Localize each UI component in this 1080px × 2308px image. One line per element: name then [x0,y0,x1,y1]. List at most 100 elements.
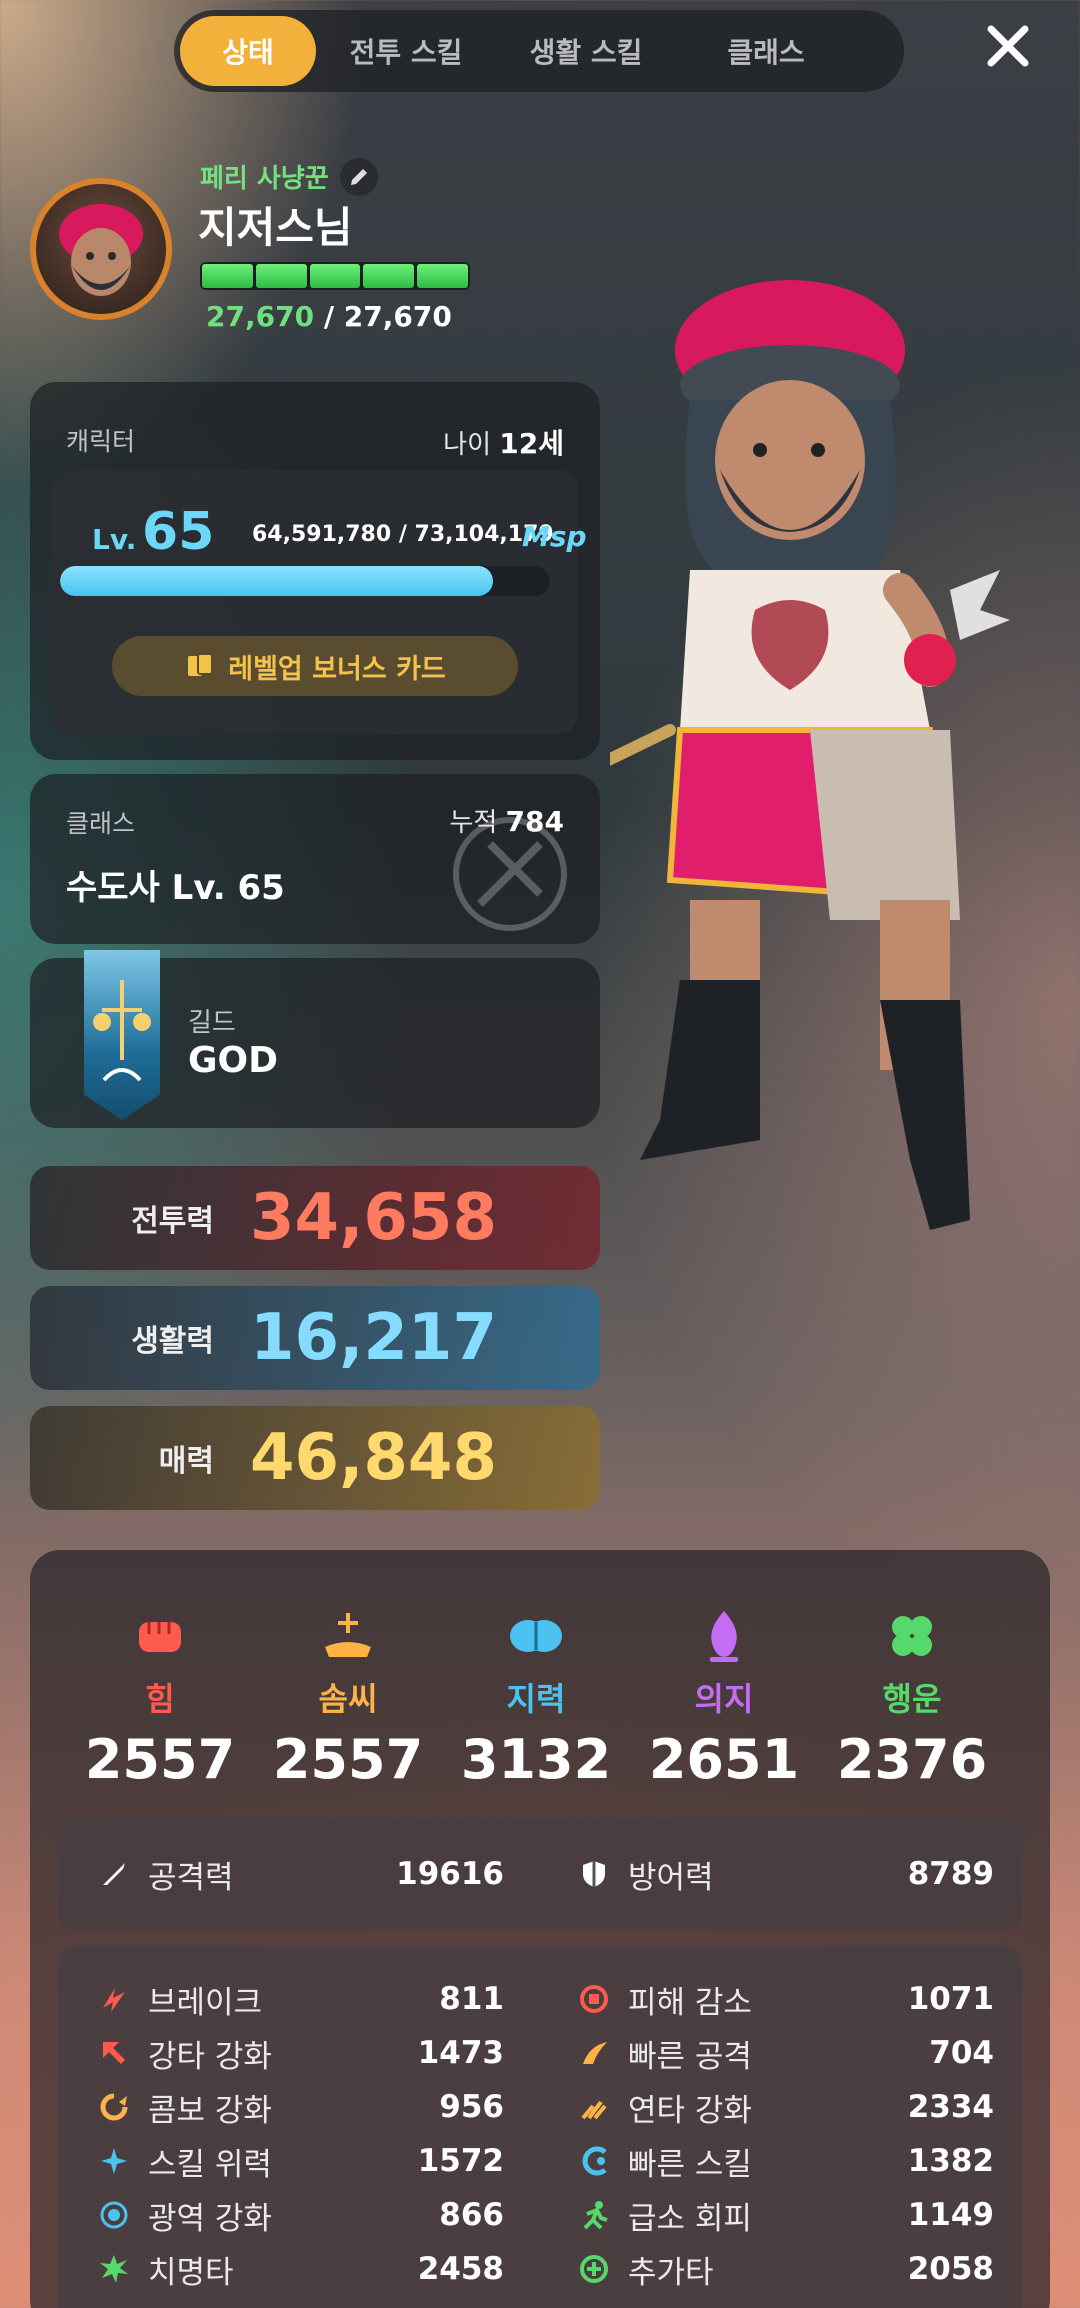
top-tab-bar: 상태 전투 스킬 생활 스킬 클래스 [174,10,904,92]
attribute-value: 2557 [272,1728,424,1791]
stat-smash: 강타 강화 1473 [94,2028,504,2078]
combat-power-label: 전투력 [131,1204,214,1239]
combat-power: 전투력 34,658 [30,1166,600,1270]
stat-skill-power: 스킬 위력 1572 [94,2136,504,2186]
break-icon [103,1988,125,2012]
character-name: 지저스님 [198,203,353,252]
stat-name: 스킬 위력 [148,2146,272,2183]
combat-power-value: 34,658 [250,1181,497,1255]
tab-life-skill[interactable]: 생활 스킬 [496,16,676,86]
stat-break: 브레이크 811 [94,1974,504,2024]
hp-max: / 27,670 [323,300,452,333]
stat-value: 811 [439,1981,504,2017]
stat-name: 추가타 [628,2254,714,2291]
fast-skill-icon [582,2146,607,2176]
stat-name: 브레이크 [148,1984,263,2021]
hp-bar [200,262,470,290]
attribute-value: 2376 [836,1728,988,1791]
attribute-will: 의지 2651 [634,1608,814,1791]
charm-power-value: 46,848 [250,1421,497,1495]
evasion-icon [583,2201,608,2230]
life-power: 생활력 16,217 [30,1286,600,1390]
charm-power: 매력 46,848 [30,1406,600,1510]
stat-value: 1473 [417,2035,504,2071]
stat-name: 급소 회피 [628,2200,752,2237]
stat-value: 956 [439,2089,504,2125]
life-power-label: 생활력 [131,1324,214,1359]
stat-damage-reduction: 피해 감소 1071 [574,1974,994,2024]
levelup-bonus-card-button[interactable]: 레벨업 보너스 카드 [112,636,518,696]
level-value: 65 [142,502,215,562]
sub-stats-box: 브레이크 811 강타 강화 1473 콤보 강화 956 스킬 위력 1572… [58,1946,1022,2308]
stat-name: 빠른 스킬 [628,2146,752,2183]
level-prefix: Lv. [92,523,137,556]
hand-sparkle-icon [325,1613,371,1657]
stat-fast-attack: 빠른 공격 704 [574,2028,994,2078]
class-label: 클래스 [66,809,136,838]
shield-icon [583,1861,605,1887]
age-label: 나이 [443,430,491,460]
avatar[interactable] [30,178,172,320]
tab-class[interactable]: 클래스 [676,16,856,86]
character-model[interactable] [610,260,1040,1240]
class-name: 수도사 Lv. 65 [66,868,285,908]
attribute-name: 지력 [506,1680,566,1718]
fist-icon [139,1622,181,1652]
main-stats-box: 공격력 19616 방어력 8789 [58,1818,1022,1930]
multi-hit-icon [581,2100,607,2120]
extra-hit-icon [580,2255,608,2283]
hp-current: 27,670 [206,300,315,333]
stat-evasion: 급소 회피 1149 [574,2190,994,2240]
tab-status[interactable]: 상태 [180,16,316,86]
stat-defense: 방어력 8789 [574,1849,994,1899]
avatar-portrait [59,204,143,296]
stat-value: 2058 [907,2251,994,2287]
fast-attack-icon [583,2042,607,2064]
stat-value: 1382 [907,2143,994,2179]
stat-name: 광역 강화 [148,2200,272,2237]
stat-extra-hit: 추가타 2058 [574,2244,994,2294]
flame-icon [710,1611,738,1662]
close-icon [987,25,1029,67]
stat-area: 광역 강화 866 [94,2190,504,2240]
msp-label: Msp [522,520,587,553]
stat-name: 강타 강화 [148,2038,272,2075]
damage-reduction-icon [580,1985,608,2013]
attribute-value: 2651 [648,1728,800,1791]
card-icon [188,653,214,676]
exp-bar [60,566,550,596]
area-icon [100,2201,128,2229]
attribute-name: 솜씨 [318,1680,378,1718]
stat-fast-skill: 빠른 스킬 1382 [574,2136,994,2186]
edit-name-button[interactable] [340,158,378,196]
attribute-value: 2557 [84,1728,236,1791]
character-title: 페리 사냥꾼 [200,164,329,194]
tab-combat-skill[interactable]: 전투 스킬 [316,16,496,86]
age-value: 12세 [499,427,564,460]
stat-critical: 치명타 2458 [94,2244,504,2294]
attribute-luck: 행운 2376 [822,1608,1002,1791]
class-panel[interactable]: 클래스 누적 784 수도사 Lv. 65 [30,774,600,944]
stat-value: 1149 [907,2197,994,2233]
attribute-name: 행운 [882,1680,942,1718]
level-display: Lv. 65 [92,502,214,562]
stat-combo: 콤보 강화 956 [94,2082,504,2132]
guild-panel[interactable]: 길드 GOD [30,950,600,1128]
stat-value: 866 [439,2197,504,2233]
stat-name: 피해 감소 [628,1984,752,2021]
stat-value: 2458 [417,2251,504,2287]
close-button[interactable] [980,18,1036,74]
charm-power-label: 매력 [158,1444,214,1479]
sword-icon [103,1863,125,1885]
stat-value: 2334 [907,2089,994,2125]
stat-value: 1572 [417,2143,504,2179]
stat-attack: 공격력 19616 [94,1849,504,1899]
stat-name: 공격력 [148,1859,234,1896]
attribute-value: 3132 [460,1728,612,1791]
brain-icon [510,1620,562,1652]
stat-name: 방어력 [628,1859,714,1896]
guild-name: GOD [188,1040,279,1081]
stat-multi-hit: 연타 강화 2334 [574,2082,994,2132]
life-power-value: 16,217 [250,1301,497,1375]
guild-label: 길드 [188,1008,236,1038]
